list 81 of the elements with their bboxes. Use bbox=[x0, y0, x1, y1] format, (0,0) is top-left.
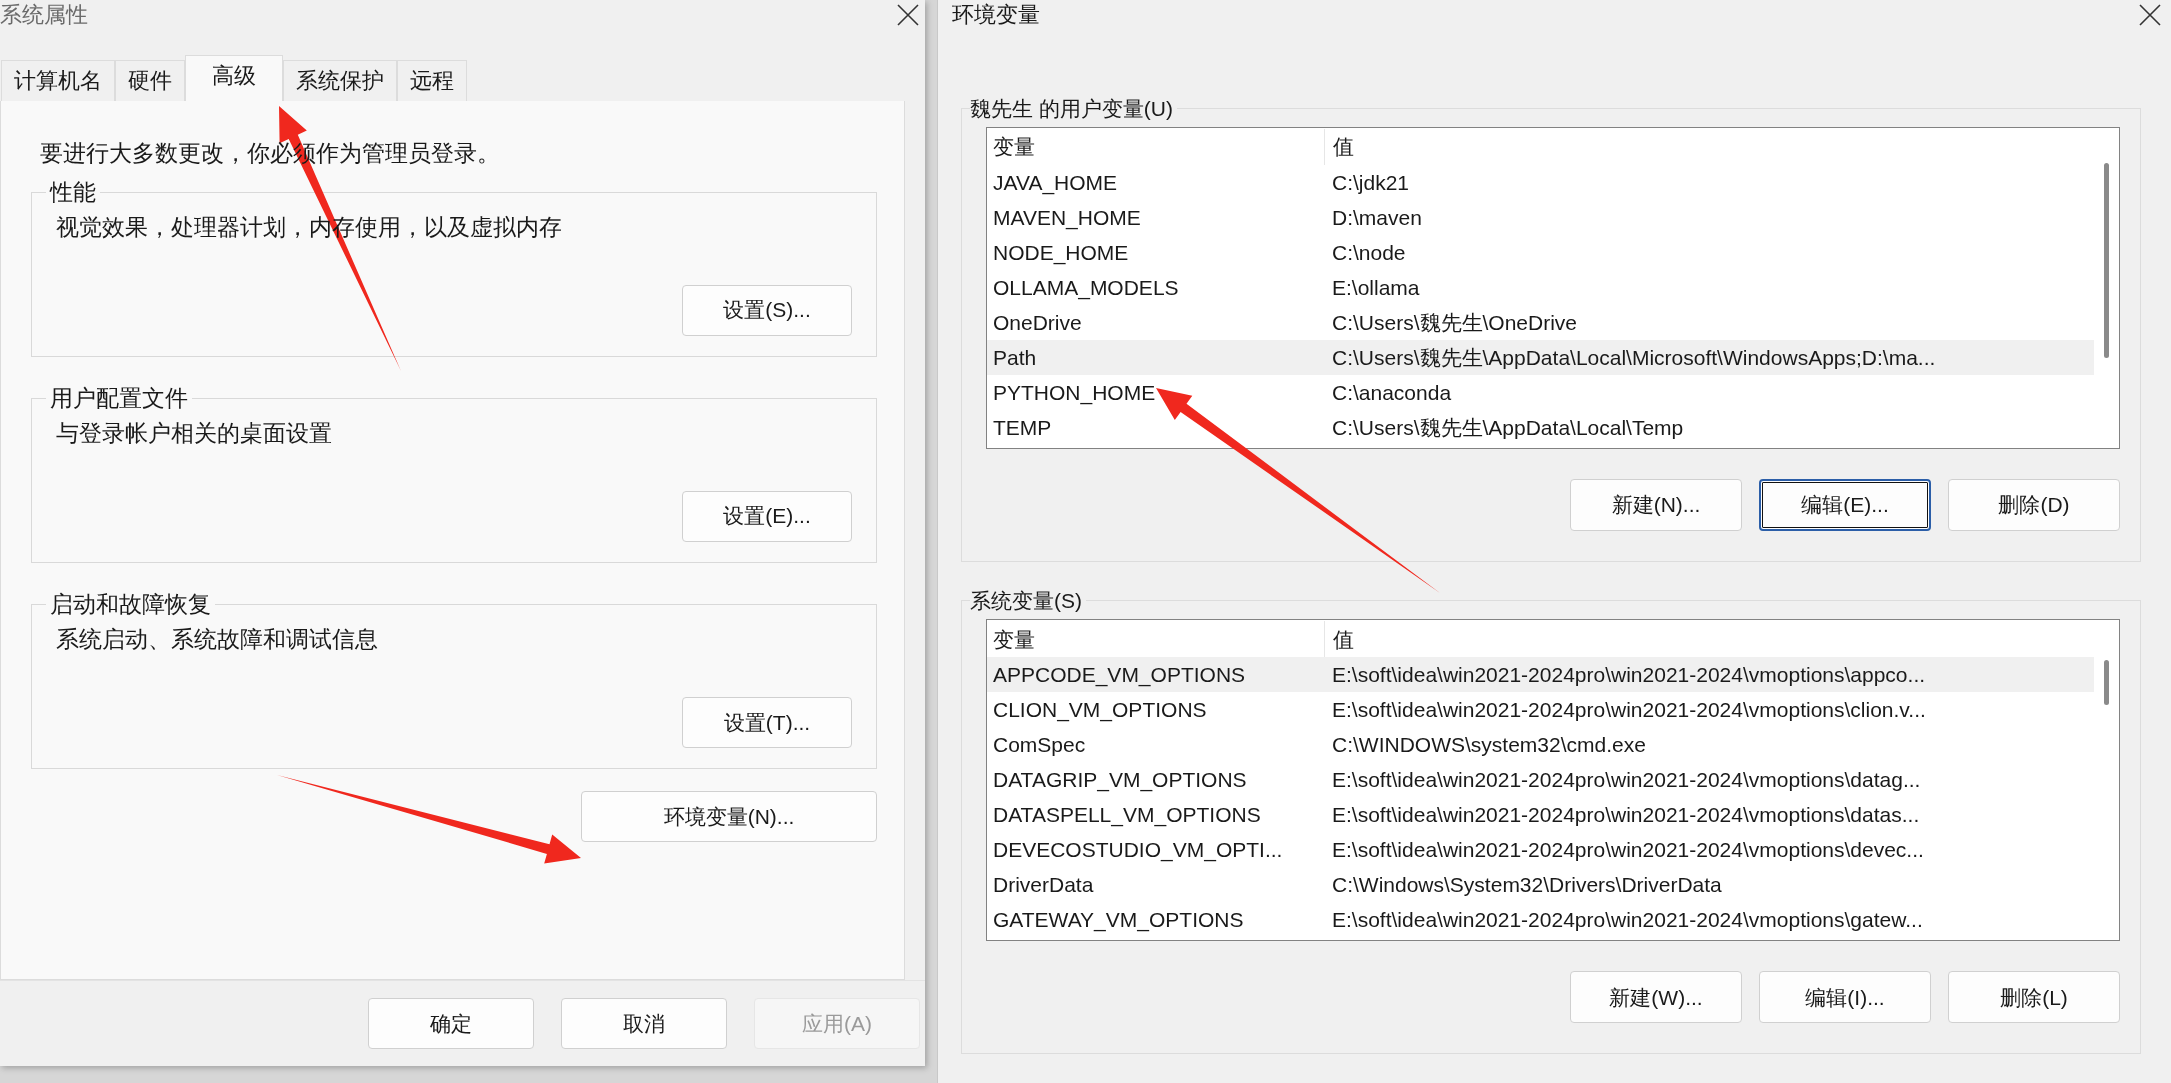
tab[interactable]: 高级 bbox=[185, 55, 283, 101]
variable-name: OneDrive bbox=[992, 309, 1083, 336]
variable-name: TEMP bbox=[992, 414, 1053, 441]
variable-value: E:\soft\idea\win2021-2024pro\win2021-2024\vmoptions\gatew... bbox=[1331, 907, 1924, 934]
list-row[interactable]: OLLAMA_MODELS E:\ollama bbox=[987, 270, 2094, 306]
list-row[interactable]: DATAGRIP_VM_OPTIONS E:\soft\idea\win2021-2024pro\win2021-2024\vmoptions\datag... bbox=[987, 762, 2094, 798]
variable-name: DriverData bbox=[992, 872, 1095, 899]
group-description: 系统启动、系统故障和调试信息 bbox=[56, 625, 379, 655]
scrollbar-thumb[interactable] bbox=[2104, 163, 2109, 359]
variable-name: Path bbox=[992, 344, 1038, 371]
scrollbar-thumb[interactable] bbox=[2104, 660, 2109, 706]
group-title: 魏先生 的用户变量(U) bbox=[970, 96, 1174, 122]
close-icon[interactable] bbox=[2139, 4, 2161, 26]
variable-name: CLION_VM_OPTIONS bbox=[992, 697, 1208, 724]
column-header[interactable]: 值 bbox=[1324, 129, 2094, 166]
variable-name: DATASPELL_VM_OPTIONS bbox=[992, 802, 1262, 829]
variable-value: D:\maven bbox=[1331, 204, 1423, 231]
list-row[interactable]: TEMP C:\Users\魏先生\AppData\Local\Temp bbox=[987, 410, 2094, 446]
variable-value: E:\ollama bbox=[1331, 274, 1421, 301]
action-button[interactable]: 编辑(E)... bbox=[1759, 479, 1931, 532]
variable-name: MAVEN_HOME bbox=[992, 204, 1142, 232]
variable-name: ComSpec bbox=[992, 732, 1087, 759]
variable-name: JAVA_HOME bbox=[992, 169, 1119, 197]
window-title: 环境变量 bbox=[952, 1, 1040, 29]
list-row[interactable]: DATASPELL_VM_OPTIONS E:\soft\idea\win2021-2024pro\win2021-2024\vmoptions\datas... bbox=[987, 797, 2094, 833]
settings-button[interactable]: 设置(E)... bbox=[682, 490, 852, 542]
action-button[interactable]: 编辑(I)... bbox=[1759, 971, 1931, 1024]
action-button[interactable]: 新建(W)... bbox=[1570, 971, 1742, 1024]
group-title: 系统变量(S) bbox=[970, 588, 1083, 614]
variable-value: C:\WINDOWS\system32\cmd.exe bbox=[1331, 732, 1647, 759]
group-title: 性能 bbox=[48, 178, 97, 207]
variable-name: DATAGRIP_VM_OPTIONS bbox=[992, 767, 1248, 794]
column-header[interactable]: 变量 bbox=[987, 621, 1324, 658]
window-title: 系统属性 bbox=[0, 1, 88, 29]
variable-value: E:\soft\idea\win2021-2024pro\win2021-2024\vmoptions\datas... bbox=[1331, 802, 1921, 829]
variable-name: OLLAMA_MODELS bbox=[992, 274, 1180, 302]
list-row[interactable]: DEVECOSTUDIO_VM_OPTI... E:\soft\idea\win2021-2024pro\win2021-2024\vmoptions\devec... bbox=[987, 832, 2094, 868]
dialog-button[interactable]: 取消 bbox=[561, 998, 727, 1049]
list-row[interactable]: PYTHON_HOME C:\anaconda bbox=[987, 375, 2094, 411]
list-row[interactable]: NODE_HOME C:\node bbox=[987, 235, 2094, 271]
action-button[interactable]: 新建(N)... bbox=[1570, 479, 1742, 532]
variable-value: E:\soft\idea\win2021-2024pro\win2021-2024\vmoptions\devec... bbox=[1331, 837, 1925, 864]
variable-value: E:\soft\idea\win2021-2024pro\win2021-2024\vmoptions\datag... bbox=[1331, 767, 1922, 794]
close-icon[interactable] bbox=[897, 4, 919, 26]
list-row[interactable]: GATEWAY_VM_OPTIONS E:\soft\idea\win2021-2024pro\win2021-2024\vmoptions\gatew... bbox=[987, 902, 2094, 938]
dialog-button[interactable]: 确定 bbox=[368, 998, 534, 1049]
variable-name: GATEWAY_VM_OPTIONS bbox=[992, 907, 1245, 934]
variable-name: PYTHON_HOME bbox=[992, 379, 1157, 407]
variable-value: E:\soft\idea\win2021-2024pro\win2021-2024\vmoptions\clion.v... bbox=[1331, 697, 1927, 724]
column-header[interactable]: 变量 bbox=[987, 129, 1324, 166]
list-row[interactable]: CLION_VM_OPTIONS E:\soft\idea\win2021-2024pro\win2021-2024\vmoptions\clion.v... bbox=[987, 692, 2094, 728]
list-row[interactable]: ComSpec C:\WINDOWS\system32\cmd.exe bbox=[987, 727, 2094, 763]
variable-value: C:\node bbox=[1331, 239, 1407, 266]
group-title: 启动和故障恢复 bbox=[49, 590, 212, 619]
group-title: 用户配置文件 bbox=[49, 384, 189, 413]
variable-name: NODE_HOME bbox=[992, 239, 1130, 267]
variable-value: C:\anaconda bbox=[1331, 379, 1453, 406]
tab[interactable]: 硬件 bbox=[115, 60, 185, 101]
list-row[interactable]: Path C:\Users\魏先生\AppData\Local\Microsoft\WindowsApps;D:\ma... bbox=[987, 340, 2094, 376]
action-button[interactable]: 删除(L) bbox=[1948, 971, 2120, 1024]
action-button[interactable]: 删除(D) bbox=[1948, 479, 2120, 532]
group-description: 与登录帐户相关的桌面设置 bbox=[56, 419, 333, 449]
tab[interactable]: 系统保护 bbox=[283, 60, 397, 101]
variable-value: E:\soft\idea\win2021-2024pro\win2021-2024\vmoptions\appco... bbox=[1331, 662, 1927, 689]
variable-name: APPCODE_VM_OPTIONS bbox=[992, 662, 1247, 689]
list-row[interactable]: JAVA_HOME C:\jdk21 bbox=[987, 165, 2094, 201]
environment-variables-button[interactable]: 环境变量(N)... bbox=[581, 790, 877, 842]
list-row[interactable]: APPCODE_VM_OPTIONS E:\soft\idea\win2021-2024pro\win2021-2024\vmoptions\appco... bbox=[987, 657, 2094, 693]
list-row[interactable]: OneDrive C:\Users\魏先生\OneDrive bbox=[987, 305, 2094, 341]
tab[interactable]: 计算机名 bbox=[1, 60, 115, 101]
variable-value: C:\Users\魏先生\AppData\Local\Microsoft\WindowsApps;D:\ma... bbox=[1331, 344, 1937, 371]
settings-button[interactable]: 设置(S)... bbox=[682, 284, 852, 336]
tab[interactable]: 远程 bbox=[397, 60, 467, 101]
variable-name: DEVECOSTUDIO_VM_OPTI... bbox=[992, 837, 1284, 864]
variable-value: C:\Users\魏先生\OneDrive bbox=[1331, 309, 1579, 336]
variable-value: C:\Windows\System32\Drivers\DriverData bbox=[1331, 872, 1723, 899]
list-row[interactable]: DriverData C:\Windows\System32\Drivers\DriverData bbox=[987, 867, 2094, 903]
settings-button[interactable]: 设置(T)... bbox=[682, 696, 852, 748]
variable-value: C:\Users\魏先生\AppData\Local\Temp bbox=[1331, 414, 1685, 441]
list-row[interactable]: MAVEN_HOME D:\maven bbox=[987, 200, 2094, 236]
variable-value: C:\jdk21 bbox=[1331, 169, 1411, 196]
